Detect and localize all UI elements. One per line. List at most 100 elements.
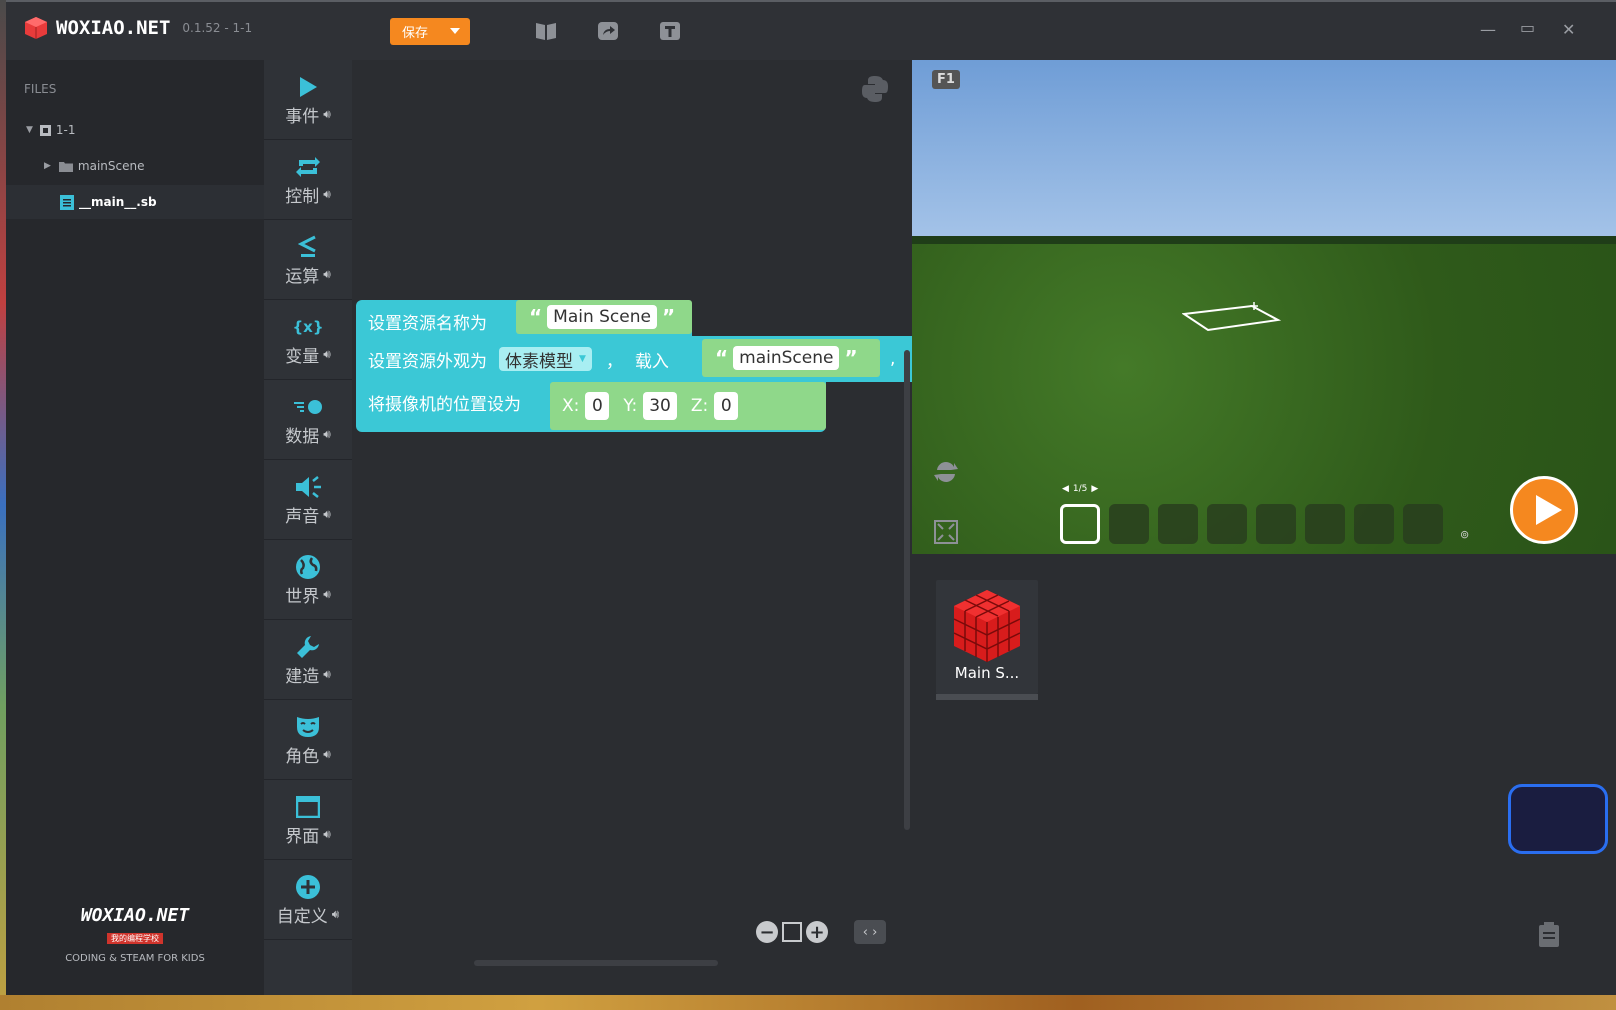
app-logo: WOXIAO.NET 0.1.52 - 1-1 [24, 16, 252, 40]
refresh-icon[interactable] [932, 458, 960, 486]
category-1[interactable]: 控制 🔊︎ [264, 140, 352, 220]
play-icon [297, 72, 319, 102]
caret-down-icon[interactable]: ▼ [26, 125, 33, 135]
hotbar-slot[interactable] [1109, 504, 1149, 544]
set-appearance-block[interactable]: 设置资源外观为 体素模型 ▼ ， 载入 “ mainScene ” , [356, 336, 912, 382]
hotbar-slot[interactable] [1060, 504, 1100, 544]
zoom-in-icon[interactable]: + [806, 921, 828, 943]
hotbar-slot[interactable] [1354, 504, 1394, 544]
category-5[interactable]: 声音 🔊︎ [264, 460, 352, 540]
z-field[interactable]: 0 [714, 392, 739, 420]
save-button[interactable]: 保存 [390, 18, 470, 45]
category-6[interactable]: 世界 🔊︎ [264, 540, 352, 620]
speaker-small-icon[interactable]: 🔊︎ [323, 507, 331, 522]
hotbar-slot[interactable] [1158, 504, 1198, 544]
category-9[interactable]: 界面 🔊︎ [264, 780, 352, 860]
tree-item-label: mainScene [77, 159, 145, 173]
code-toggle-icon[interactable]: ‹ › [854, 920, 886, 944]
zoom-out-icon[interactable]: − [756, 921, 778, 943]
fullscreen-icon[interactable] [934, 520, 958, 544]
zoom-reset-icon[interactable] [782, 922, 802, 942]
f1-badge[interactable]: F1 [932, 70, 960, 89]
gamepad-icon[interactable]: ⊚ [1460, 528, 1469, 541]
sky [912, 60, 1616, 238]
speaker-small-icon[interactable]: 🔊︎ [323, 827, 331, 842]
red-cube-icon [953, 590, 1021, 662]
category-4[interactable]: 数据 🔊︎ [264, 380, 352, 460]
save-dropdown-icon[interactable] [450, 28, 460, 34]
game-viewport[interactable]: F1 ◀ 1/5 ▶ ⊚ [912, 60, 1616, 554]
speaker-small-icon[interactable]: 🔊︎ [323, 427, 331, 442]
open-quote-icon: “ [715, 346, 729, 370]
python-icon[interactable] [860, 74, 890, 104]
files-heading: FILES [24, 82, 57, 96]
tree-item-main-sb[interactable]: __main__.sb [6, 185, 264, 219]
x-field[interactable]: 0 [585, 392, 610, 420]
y-field[interactable]: 30 [643, 392, 677, 420]
selection-outline-icon [1182, 302, 1282, 332]
block-comma: , [890, 349, 896, 369]
mask-icon [295, 712, 321, 742]
vertical-scrollbar[interactable] [904, 350, 910, 830]
speaker-small-icon[interactable]: 🔊︎ [323, 347, 331, 362]
prev-page-icon[interactable]: ◀ [1062, 484, 1069, 494]
speaker-small-icon[interactable]: 🔊︎ [323, 187, 331, 202]
block-text: 将摄像机的位置设为 [368, 394, 521, 415]
speaker-small-icon[interactable]: 🔊︎ [323, 587, 331, 602]
close-icon[interactable]: ✕ [1562, 20, 1575, 39]
category-label: 数据 [285, 427, 320, 447]
book-icon[interactable] [534, 20, 558, 42]
speaker-small-icon[interactable]: 🔊︎ [323, 267, 331, 282]
hotbar-slot[interactable] [1207, 504, 1247, 544]
set-camera-block[interactable]: 将摄像机的位置设为 X: 0 Y: 30 Z: 0 [356, 382, 826, 432]
category-label: 角色 [285, 747, 320, 767]
xyz-slot[interactable]: X: 0 Y: 30 Z: 0 [550, 382, 826, 430]
play-button[interactable] [1510, 476, 1578, 544]
appearance-dropdown[interactable]: 体素模型 ▼ [499, 347, 592, 372]
wrench-icon [295, 632, 321, 662]
scene-value-field[interactable]: mainScene [733, 346, 840, 370]
category-8[interactable]: 角色 🔊︎ [264, 700, 352, 780]
speaker-icon [294, 472, 322, 502]
minimize-icon[interactable]: — [1480, 20, 1496, 39]
speaker-small-icon[interactable]: 🔊︎ [323, 107, 331, 122]
tree-item-project[interactable]: ▼ 1-1 [6, 113, 264, 147]
category-7[interactable]: 建造 🔊︎ [264, 620, 352, 700]
category-10[interactable]: 自定义 🔊︎ [264, 860, 352, 940]
dropdown-arrow-icon: ▼ [579, 354, 586, 364]
share-icon[interactable] [596, 20, 620, 42]
string-slot[interactable]: “ mainScene ” [702, 339, 880, 377]
hotbar-slot[interactable] [1256, 504, 1296, 544]
caret-right-icon[interactable]: ▶ [44, 161, 51, 171]
text-icon[interactable] [658, 20, 682, 42]
category-2[interactable]: 运算 🔊︎ [264, 220, 352, 300]
hotbar-slot[interactable] [1305, 504, 1345, 544]
taskbar-edge [0, 995, 1616, 1010]
next-page-icon[interactable]: ▶ [1091, 484, 1098, 494]
tree-item-label: 1-1 [55, 123, 76, 137]
speaker-small-icon[interactable]: 🔊︎ [332, 907, 340, 922]
maximize-icon[interactable]: ▭ [1520, 18, 1535, 37]
category-0[interactable]: 事件 🔊︎ [264, 60, 352, 140]
asset-main-scene[interactable]: Main S... [936, 580, 1038, 700]
horizontal-scrollbar[interactable] [474, 960, 718, 966]
block-text: 设置资源外观为 [368, 351, 487, 372]
category-label: 声音 [285, 507, 320, 527]
string-slot[interactable]: “ Main Scene ” [516, 300, 692, 334]
speaker-small-icon[interactable]: 🔊︎ [323, 667, 331, 682]
play-icon [1536, 495, 1562, 525]
hotbar-pager[interactable]: ◀ 1/5 ▶ [1062, 484, 1098, 494]
category-3[interactable]: {x} 变量 🔊︎ [264, 300, 352, 380]
name-value-field[interactable]: Main Scene [547, 305, 657, 329]
promo-badge[interactable] [1508, 784, 1608, 854]
variable-icon: {x} [292, 318, 324, 336]
asset-label: Main S... [954, 664, 1020, 682]
app-version: 0.1.52 - 1-1 [182, 21, 253, 35]
clipboard-icon[interactable] [1538, 922, 1560, 948]
hotbar-slot[interactable] [1403, 504, 1443, 544]
hotbar [1060, 504, 1443, 544]
speaker-small-icon[interactable]: 🔊︎ [323, 747, 331, 762]
block-workspace[interactable]: 设置资源名称为 “ Main Scene ” 设置资源外观为 体素模型 ▼ ， 载… [352, 60, 912, 995]
tree-item-mainscene[interactable]: ▶ mainScene [6, 149, 264, 183]
z-label: Z: [690, 396, 709, 416]
